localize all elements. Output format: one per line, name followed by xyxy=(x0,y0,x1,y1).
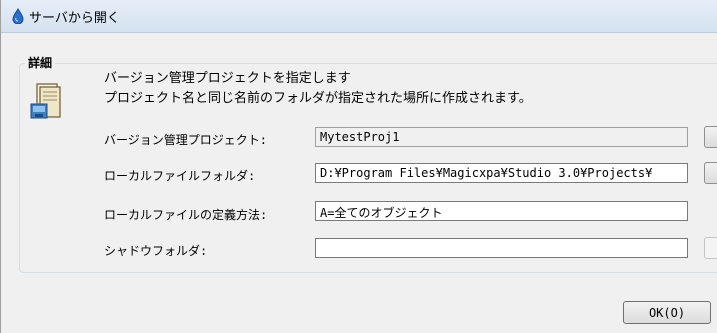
title-bar[interactable]: サーバから開く xyxy=(1,0,717,33)
magic-drop-icon xyxy=(10,8,26,24)
description-line-2: プロジェクト名と同じ名前のフォルダが指定された場所に作成されます。 xyxy=(104,91,532,106)
local-folder-label: ローカルファイルフォルダ: xyxy=(104,169,256,183)
ok-button[interactable]: OK(O) xyxy=(623,301,711,324)
version-project-browse-button[interactable] xyxy=(704,126,717,148)
window-title: サーバから開く xyxy=(29,10,120,26)
shadow-folder-label: シャドウフォルダ: xyxy=(104,244,208,258)
details-group-label: 詳細 xyxy=(25,54,56,71)
shadow-folder-field[interactable] xyxy=(315,238,688,258)
local-folder-field[interactable]: D:¥Program Files¥Magicxpa¥Studio 3.0¥Pro… xyxy=(315,163,688,183)
local-definition-label: ローカルファイルの定義方法: xyxy=(104,208,268,222)
local-definition-select[interactable]: A=全てのオブジェクト xyxy=(315,201,688,221)
version-project-field[interactable]: MytestProj1 xyxy=(315,127,688,147)
project-folder-icon xyxy=(29,82,63,122)
shadow-folder-browse-button[interactable] xyxy=(704,237,717,259)
version-project-label: バージョン管理プロジェクト: xyxy=(104,133,267,147)
open-from-server-dialog: サーバから開く 詳細 バージョン管理プロジェクトを指定します プロジェクト名と同… xyxy=(0,0,717,333)
description-line-1: バージョン管理プロジェクトを指定します xyxy=(104,71,351,86)
local-folder-browse-button[interactable] xyxy=(704,162,717,184)
